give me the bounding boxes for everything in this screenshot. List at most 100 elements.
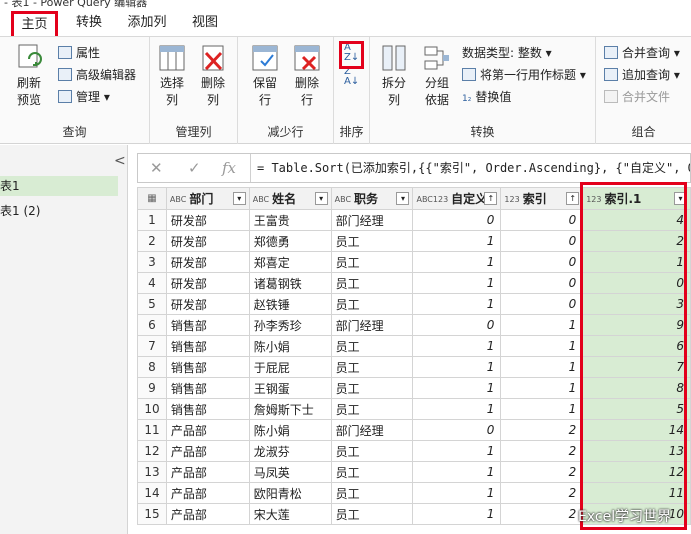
table-cell[interactable]: 1 (500, 398, 584, 420)
table-cell[interactable]: 3 (582, 293, 691, 315)
table-cell[interactable]: 研发部 (165, 209, 250, 231)
column-header-index[interactable]: 123 索引 ↑ (500, 187, 584, 210)
table-cell[interactable]: 销售部 (165, 398, 250, 420)
filter-dropdown-icon[interactable]: ▾ (314, 192, 328, 205)
tab-add-column[interactable]: 添加列 (126, 13, 168, 33)
replace-values-button[interactable]: 1₂ 替换值 (462, 87, 511, 107)
table-cell[interactable]: 1 (412, 377, 502, 399)
table-row[interactable]: 10 销售部 詹姆斯下士 员工 1 1 5 (137, 398, 691, 420)
table-cell[interactable]: 1 (412, 482, 502, 504)
append-queries-button[interactable]: 追加查询 ▾ (604, 65, 680, 85)
table-cell[interactable]: 赵铁锤 (248, 293, 332, 315)
table-cell[interactable]: 龙淑芬 (248, 440, 332, 462)
table-cell[interactable]: 陈小娟 (248, 419, 332, 441)
filter-dropdown-icon[interactable]: ▾ (396, 192, 410, 205)
table-cell[interactable]: 1 (412, 461, 502, 483)
group-by-button[interactable]: 分组 依据 (416, 43, 458, 109)
table-cell[interactable]: 1 (412, 335, 502, 357)
table-row[interactable]: 4 研发部 诸葛钢铁 员工 1 0 0 (137, 272, 691, 294)
keep-rows-button[interactable]: 保留 行 (244, 43, 286, 109)
table-cell[interactable]: 0 (500, 251, 584, 273)
table-cell[interactable]: 0 (500, 230, 584, 252)
table-cell[interactable]: 2 (500, 419, 584, 441)
table-cell[interactable]: 员工 (330, 503, 414, 525)
table-cell[interactable]: 产品部 (165, 503, 250, 525)
table-row[interactable]: 13 产品部 马凤英 员工 1 2 12 (137, 461, 691, 483)
table-cell[interactable]: 产品部 (165, 482, 250, 504)
table-cell[interactable]: 6 (582, 335, 691, 357)
query-item[interactable]: 表1 (0, 176, 118, 196)
table-row[interactable]: 9 销售部 王钢蛋 员工 1 1 8 (137, 377, 691, 399)
table-cell[interactable]: 员工 (330, 377, 414, 399)
table-cell[interactable]: 销售部 (165, 314, 250, 336)
table-cell[interactable]: 1 (500, 335, 584, 357)
table-cell[interactable]: 0 (582, 272, 691, 294)
table-cell[interactable]: 员工 (330, 398, 414, 420)
filter-dropdown-icon[interactable]: ▾ (232, 192, 246, 205)
table-row[interactable]: 14 产品部 欧阳青松 员工 1 2 11 (137, 482, 691, 504)
table-cell[interactable]: 王富贵 (248, 209, 332, 231)
column-header-custom[interactable]: ABC123 自定义 ↑ (412, 187, 502, 210)
query-item[interactable]: 表1 (2) (0, 201, 118, 221)
table-cell[interactable]: 员工 (330, 230, 414, 252)
table-cell[interactable]: 8 (582, 377, 691, 399)
table-cell[interactable]: 宋大莲 (248, 503, 332, 525)
table-cell[interactable]: 5 (582, 398, 691, 420)
use-first-row-button[interactable]: 将第一行用作标题 ▾ (462, 65, 586, 85)
remove-columns-button[interactable]: 删除 列 (192, 43, 234, 109)
remove-rows-button[interactable]: 删除 行 (286, 43, 328, 109)
table-cell[interactable]: 0 (500, 293, 584, 315)
table-cell[interactable]: 员工 (330, 293, 414, 315)
table-cell[interactable]: 1 (412, 356, 502, 378)
table-row[interactable]: 7 销售部 陈小娟 员工 1 1 6 (137, 335, 691, 357)
table-cell[interactable]: 2 (500, 482, 584, 504)
column-header-position[interactable]: ABC 职务 ▾ (330, 187, 414, 210)
table-row[interactable]: 3 研发部 郑喜定 员工 1 0 1 (137, 251, 691, 273)
tab-view[interactable]: 视图 (190, 13, 220, 33)
column-header-index-1[interactable]: 123 索引.1 ▾ (582, 187, 691, 210)
table-cell[interactable]: 部门经理 (330, 209, 414, 231)
table-cell[interactable]: 1 (500, 356, 584, 378)
formula-input[interactable]: = Table.Sort(已添加索引,{{"索引", Order.Ascendi… (250, 154, 690, 182)
table-cell[interactable]: 部门经理 (330, 419, 414, 441)
table-cell[interactable]: 员工 (330, 272, 414, 294)
table-cell[interactable]: 王钢蛋 (248, 377, 332, 399)
sort-filter-dropdown-icon[interactable]: ↑ (566, 192, 580, 205)
table-cell[interactable]: 研发部 (165, 293, 250, 315)
table-cell[interactable]: 1 (500, 377, 584, 399)
cancel-formula-icon[interactable]: ✕ (150, 159, 163, 177)
table-cell[interactable]: 员工 (330, 251, 414, 273)
collapse-panel-icon[interactable]: < (114, 153, 126, 169)
table-cell[interactable]: 2 (582, 230, 691, 252)
sort-filter-dropdown-icon[interactable]: ↑ (484, 192, 498, 205)
table-row[interactable]: 6 销售部 孙李秀珍 部门经理 0 1 9 (137, 314, 691, 336)
table-row[interactable]: 12 产品部 龙淑芬 员工 1 2 13 (137, 440, 691, 462)
manage-button[interactable]: 管理 ▾ (58, 87, 110, 107)
table-cell[interactable]: 诸葛钢铁 (248, 272, 332, 294)
table-cell[interactable]: 产品部 (165, 419, 250, 441)
table-cell[interactable]: 销售部 (165, 377, 250, 399)
table-cell[interactable]: 员工 (330, 482, 414, 504)
table-row[interactable]: 11 产品部 陈小娟 部门经理 0 2 14 (137, 419, 691, 441)
tab-transform[interactable]: 转换 (74, 13, 104, 33)
table-cell[interactable]: 员工 (330, 356, 414, 378)
table-cell[interactable]: 1 (412, 293, 502, 315)
table-row[interactable]: 8 销售部 于屁屁 员工 1 1 7 (137, 356, 691, 378)
refresh-preview-button[interactable]: 刷新 预览 (8, 43, 50, 109)
column-header-name[interactable]: ABC 姓名 ▾ (248, 187, 332, 210)
table-cell[interactable]: 员工 (330, 335, 414, 357)
table-cell[interactable]: 1 (412, 440, 502, 462)
table-cell[interactable]: 马凤英 (248, 461, 332, 483)
confirm-formula-icon[interactable]: ✓ (188, 159, 201, 177)
table-cell[interactable]: 郑喜定 (248, 251, 332, 273)
table-cell[interactable]: 部门经理 (330, 314, 414, 336)
table-cell[interactable]: 1 (412, 230, 502, 252)
table-cell[interactable]: 于屁屁 (248, 356, 332, 378)
data-type-dropdown[interactable]: 数据类型: 整数 ▾ (462, 43, 552, 63)
table-row[interactable]: 5 研发部 赵铁锤 员工 1 0 3 (137, 293, 691, 315)
table-cell[interactable]: 1 (412, 503, 502, 525)
table-cell[interactable]: 2 (500, 461, 584, 483)
table-cell[interactable]: 1 (582, 251, 691, 273)
table-row[interactable]: 1 研发部 王富贵 部门经理 0 0 4 (137, 209, 691, 231)
sort-descending-button[interactable]: Z A↓ (344, 67, 359, 87)
